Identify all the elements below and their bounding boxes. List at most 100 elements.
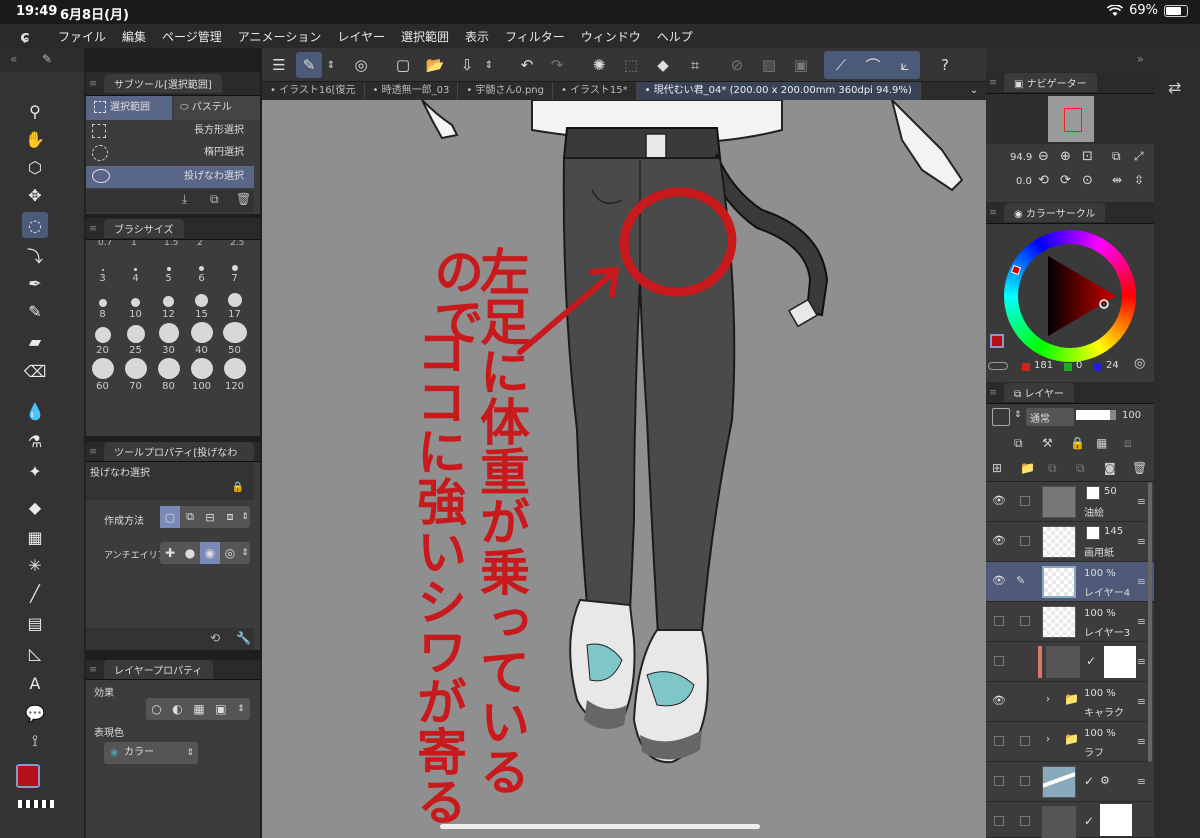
- eyedropper-tool-icon[interactable]: ⤵: [22, 242, 48, 268]
- checkbox[interactable]: [1020, 816, 1030, 826]
- border-effect-icon[interactable]: ○: [151, 702, 161, 716]
- menu-page[interactable]: ページ管理: [154, 28, 230, 45]
- gradient-tool-icon[interactable]: ▦: [22, 524, 48, 550]
- lock-layer-icon[interactable]: 🔒: [1070, 436, 1085, 450]
- layer-menu-icon[interactable]: ≡: [1137, 495, 1146, 508]
- checkbox[interactable]: [1020, 496, 1030, 506]
- subtool-group-selection[interactable]: 選択範囲: [86, 96, 172, 120]
- visibility-box[interactable]: [994, 816, 1004, 826]
- stepper-icon[interactable]: ⇕: [324, 52, 338, 78]
- pen-tool-icon[interactable]: ✒: [22, 270, 48, 296]
- fill-tool-icon[interactable]: ◆: [22, 494, 48, 520]
- tabs-dropdown-icon[interactable]: ⌄: [962, 82, 986, 100]
- eye-icon[interactable]: 👁: [992, 494, 1006, 507]
- intersect-selection-icon[interactable]: ⧈: [220, 510, 240, 524]
- fill-icon[interactable]: ◆: [650, 52, 676, 78]
- clear-selection-icon[interactable]: ⬚: [618, 52, 644, 78]
- fit-window-icon[interactable]: ⤢: [1134, 149, 1144, 164]
- checkbox[interactable]: [1020, 776, 1030, 786]
- subtool-tab[interactable]: サブツール[選択範囲]: [104, 74, 222, 93]
- color-settings-icon[interactable]: ◎: [1134, 356, 1145, 371]
- brush-size-cell[interactable]: 40: [185, 322, 218, 356]
- doc-tab[interactable]: • イラスト16[復元: [262, 82, 365, 100]
- grip-icon[interactable]: ≡: [986, 78, 1000, 88]
- eye-icon[interactable]: 👁: [992, 694, 1006, 707]
- layer-row[interactable]: ✓ ⚙ ≡: [986, 762, 1154, 802]
- transparent-color-swatch[interactable]: [18, 800, 54, 808]
- expand-icon[interactable]: ›: [1046, 694, 1050, 705]
- reset-rotation-icon[interactable]: ⊙: [1082, 173, 1093, 188]
- line-tool-icon[interactable]: ╱: [22, 580, 48, 606]
- collapse-left-icon[interactable]: «: [10, 52, 17, 66]
- doc-tab-active[interactable]: • 現代むい君_04* (200.00 x 200.00mm 360dpi 94…: [636, 82, 921, 100]
- brush-size-cell[interactable]: 25: [119, 322, 152, 356]
- new-file-icon[interactable]: ▢: [390, 52, 416, 78]
- invert-selection-icon[interactable]: ▨: [756, 52, 782, 78]
- aa-strong-icon[interactable]: ◎: [220, 546, 240, 560]
- brush-size-cell[interactable]: 100: [185, 358, 218, 392]
- lock-transparency-icon[interactable]: ▦: [1096, 436, 1107, 450]
- layer-menu-icon[interactable]: ≡: [1137, 655, 1146, 668]
- snap-ruler-icon[interactable]: ⟋: [828, 52, 854, 78]
- stepper-icon[interactable]: ⇕: [482, 52, 496, 78]
- visibility-box[interactable]: [994, 656, 1004, 666]
- brush-size-cell[interactable]: 50: [218, 322, 251, 356]
- subtool-rect-select[interactable]: 長方形選択: [86, 120, 254, 142]
- layer-mask-icon[interactable]: ◙: [1104, 461, 1116, 475]
- brush-size-cell[interactable]: 12: [152, 286, 185, 320]
- flip-horizontal-icon[interactable]: ⇹: [1112, 173, 1122, 187]
- brush-tool-icon[interactable]: ▰: [22, 328, 48, 354]
- brush-size-cell[interactable]: 10: [119, 286, 152, 320]
- subtool-lasso-select[interactable]: 投げなわ選択: [86, 166, 254, 188]
- eye-icon[interactable]: 👁: [992, 534, 1006, 547]
- brush-size-cell[interactable]: 80: [152, 358, 185, 392]
- grip-icon[interactable]: ≡: [86, 665, 100, 675]
- merge-down-icon[interactable]: ⧉: [1048, 461, 1057, 476]
- open-folder-icon[interactable]: 📂: [422, 52, 448, 78]
- brush-size-cell[interactable]: 30: [152, 322, 185, 356]
- actual-size-icon[interactable]: ⧉: [1112, 149, 1121, 164]
- delete-subtool-icon[interactable]: 🗑: [236, 192, 251, 206]
- opacity-slider[interactable]: [1076, 410, 1116, 420]
- object-tool-icon[interactable]: ⬡: [22, 154, 48, 180]
- navigator-preview[interactable]: [986, 94, 1154, 144]
- layer-row-selected[interactable]: 👁 ✎ 100 % レイヤー4 ≡: [986, 562, 1154, 602]
- checkbox[interactable]: [1020, 616, 1030, 626]
- brush-size-cell[interactable]: 70: [119, 358, 152, 392]
- layer-folder-row[interactable]: 👁 › 📁 100 % キャラク ≡: [986, 682, 1154, 722]
- brush-size-cell[interactable]: 60: [86, 358, 119, 392]
- lock-icon[interactable]: 🔒: [232, 482, 244, 493]
- layer-row[interactable]: 100 % レイヤー3 ≡: [986, 602, 1154, 642]
- blend-mode-select[interactable]: 通常: [1026, 408, 1074, 426]
- brushsize-tab[interactable]: ブラシサイズ: [104, 219, 184, 238]
- canvas[interactable]: 左足に体重が乗っているので ココに強いシワが寄る: [262, 100, 986, 838]
- zoom-tool-icon[interactable]: ⚲: [22, 98, 48, 124]
- layerprop-tab[interactable]: レイヤープロパティ: [104, 660, 213, 679]
- rotate-right-icon[interactable]: ⟳: [1060, 173, 1071, 188]
- menu-filter[interactable]: フィルター: [497, 28, 573, 45]
- menu-edit[interactable]: 編集: [114, 28, 154, 45]
- layer-menu-icon[interactable]: ≡: [1137, 575, 1146, 588]
- doc-tab[interactable]: • イラスト15*: [553, 82, 637, 100]
- reference-icon[interactable]: ⚒: [1042, 436, 1053, 450]
- delete-layer-icon[interactable]: 🗑: [1132, 461, 1147, 475]
- layer-row[interactable]: 👁 145 画用紙 ≡: [986, 522, 1154, 562]
- hand-tool-icon[interactable]: ✋: [22, 126, 48, 152]
- layer-menu-icon[interactable]: ≡: [1137, 535, 1146, 548]
- layer-menu-icon[interactable]: ≡: [1137, 695, 1146, 708]
- aa-medium-icon[interactable]: ◉: [200, 542, 220, 564]
- companion-icon[interactable]: ◎: [348, 52, 374, 78]
- new-raster-layer-icon[interactable]: ⊞: [992, 461, 1002, 475]
- tone-effect-icon[interactable]: ◐: [172, 702, 182, 716]
- clip-icon[interactable]: ⧉: [1014, 436, 1023, 451]
- reset-icon[interactable]: ⟲: [210, 631, 220, 645]
- subtool-ellipse-select[interactable]: 楕円選択: [86, 142, 254, 164]
- zoom-in-icon[interactable]: ⊕: [1060, 149, 1071, 164]
- stepper-icon[interactable]: ⇕: [240, 548, 250, 558]
- wrench-icon[interactable]: 🔧: [236, 631, 251, 645]
- grip-icon[interactable]: ≡: [986, 208, 1000, 218]
- brush-size-cell[interactable]: 15: [185, 286, 218, 320]
- navigator-tab[interactable]: ▣ ナビゲーター: [1004, 73, 1097, 92]
- layer-scrollbar[interactable]: [1148, 482, 1152, 762]
- new-selection-icon[interactable]: ▢: [160, 506, 180, 528]
